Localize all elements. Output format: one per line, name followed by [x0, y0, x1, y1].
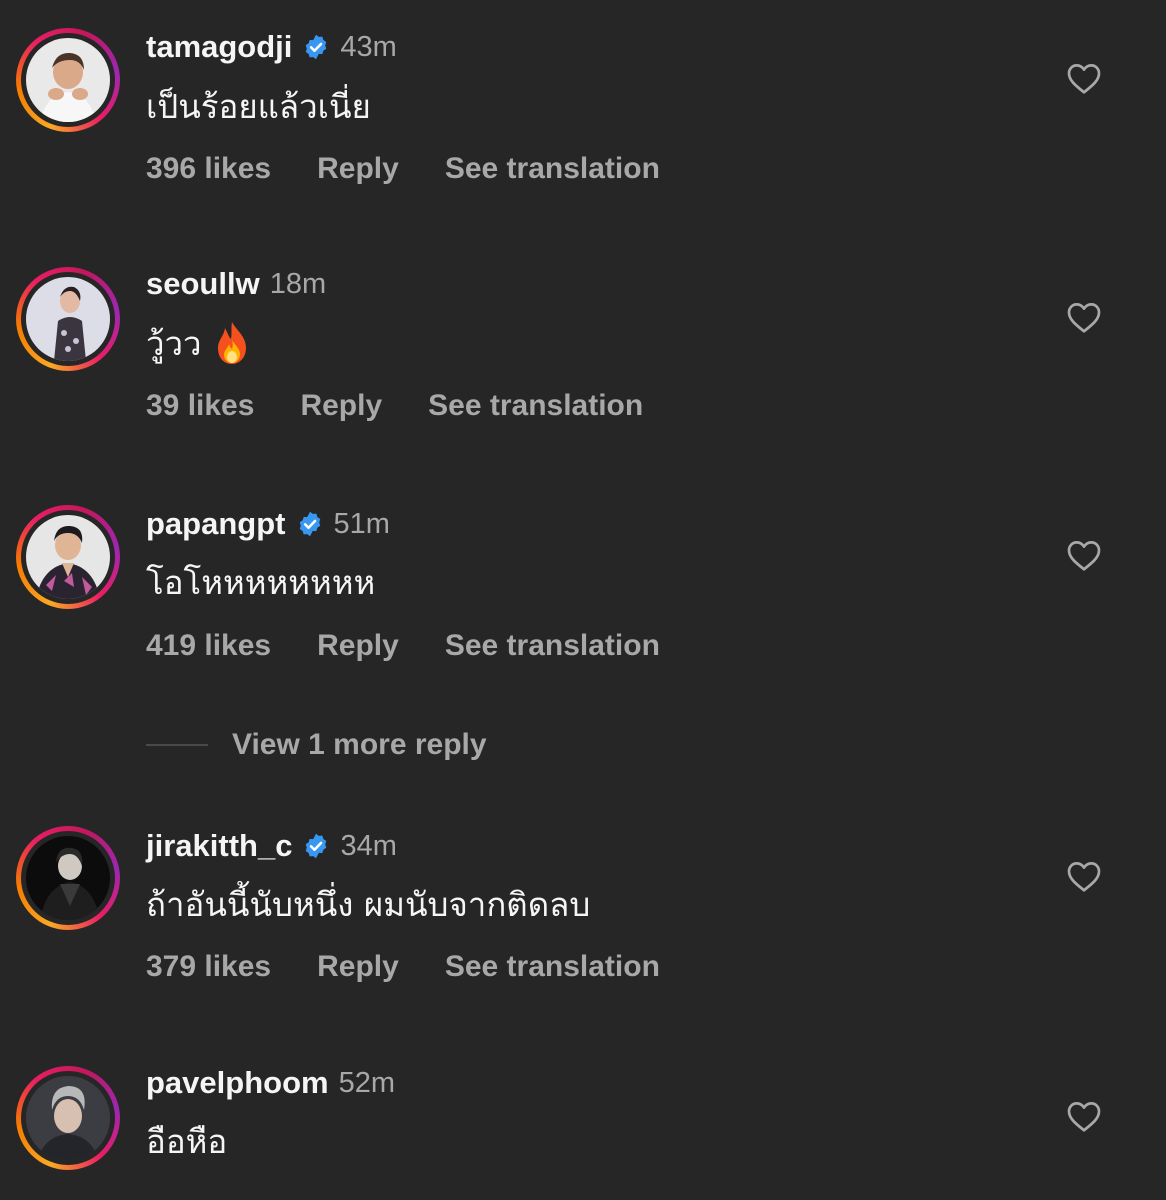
- verified-badge-icon: [306, 34, 327, 60]
- comment-time: 34m: [340, 829, 397, 862]
- comment-time: 52m: [338, 1066, 396, 1099]
- heart-outline-icon[interactable]: [1066, 300, 1102, 334]
- heart-outline-icon[interactable]: [1066, 859, 1102, 893]
- verified-badge-icon: [306, 833, 327, 859]
- comment-actions: 39 likes Reply See translation: [146, 386, 689, 426]
- comment-header: pavelphoom 52m: [146, 1063, 395, 1103]
- comment-actions: 419 likes Reply See translation: [146, 626, 706, 666]
- see-translation-button[interactable]: See translation: [445, 950, 660, 984]
- username[interactable]: papangpt: [146, 506, 286, 542]
- comment-text: ถ้าอันนี้นับหนึ่ง ผมนับจากติดลบ: [146, 884, 591, 924]
- avatar[interactable]: [16, 505, 120, 609]
- avatar[interactable]: [16, 28, 120, 132]
- view-more-replies-button[interactable]: View 1 more reply: [146, 725, 487, 765]
- comment-text: เป็นร้อยแล้วเนี่ย: [146, 86, 371, 126]
- comment-text-content: วู้วว: [146, 323, 202, 363]
- reply-button[interactable]: Reply: [317, 629, 399, 663]
- comment-header: seoullw 18m: [146, 264, 326, 304]
- avatar[interactable]: [16, 267, 120, 371]
- username[interactable]: tamagodji: [146, 29, 292, 65]
- comment-header: jirakitth_c 34m: [146, 826, 397, 866]
- comment-time: 43m: [340, 30, 397, 63]
- heart-outline-icon[interactable]: [1066, 1099, 1102, 1133]
- username[interactable]: seoullw: [146, 266, 260, 302]
- reply-button[interactable]: Reply: [300, 389, 382, 423]
- view-more-replies-label: View 1 more reply: [232, 728, 487, 761]
- reply-thread-divider: [146, 744, 208, 746]
- heart-outline-icon[interactable]: [1066, 538, 1102, 572]
- verified-badge-icon: [299, 511, 320, 537]
- likes-count[interactable]: 419 likes: [146, 629, 271, 663]
- fire-emoji: [217, 322, 246, 364]
- comment-time: 18m: [269, 267, 327, 300]
- comment-actions: 396 likes Reply See translation: [146, 149, 706, 189]
- comment-actions: 379 likes Reply See translation: [146, 947, 706, 987]
- likes-count[interactable]: 39 likes: [146, 389, 254, 423]
- comment-time: 51m: [333, 507, 390, 540]
- reply-button[interactable]: Reply: [317, 152, 399, 186]
- heart-outline-icon[interactable]: [1066, 61, 1102, 95]
- reply-button[interactable]: Reply: [317, 950, 399, 984]
- avatar[interactable]: [16, 826, 120, 930]
- avatar[interactable]: [16, 1066, 120, 1170]
- see-translation-button[interactable]: See translation: [445, 629, 660, 663]
- see-translation-button[interactable]: See translation: [428, 389, 643, 423]
- comment-text: วู้วว: [146, 318, 252, 368]
- see-translation-button[interactable]: See translation: [445, 152, 660, 186]
- comment-header: papangpt 51m: [146, 504, 390, 544]
- username[interactable]: pavelphoom: [146, 1065, 329, 1101]
- likes-count[interactable]: 379 likes: [146, 950, 271, 984]
- likes-count[interactable]: 396 likes: [146, 152, 271, 186]
- comment-header: tamagodji 43m: [146, 27, 397, 67]
- comment-text: โอโหหหหหหหห: [146, 562, 376, 602]
- username[interactable]: jirakitth_c: [146, 828, 292, 864]
- comment-text: อือหือ: [146, 1121, 228, 1161]
